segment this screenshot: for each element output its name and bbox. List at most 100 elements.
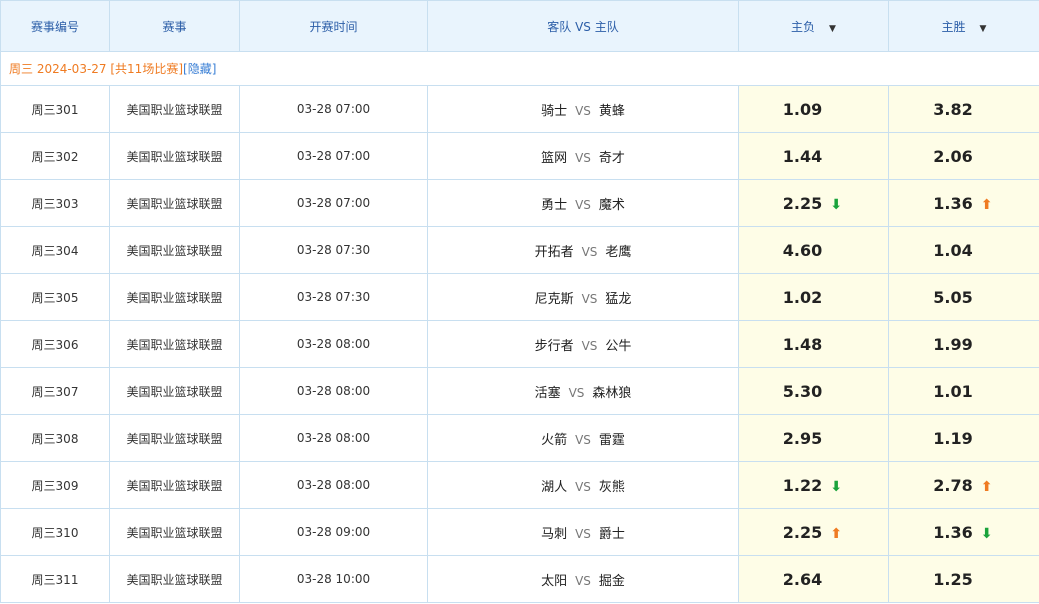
match-league: 美国职业篮球联盟 bbox=[109, 555, 240, 603]
odds-value: 1.22 bbox=[782, 475, 823, 495]
odds-home-win[interactable]: 1.99⬆ bbox=[888, 320, 1039, 368]
match-time: 03-28 08:00 bbox=[239, 461, 428, 509]
away-team: 火箭 bbox=[541, 432, 568, 448]
match-time: 03-28 09:00 bbox=[239, 508, 428, 556]
arrow-up-icon: ⬆ bbox=[830, 525, 843, 542]
match-number: 周三305 bbox=[0, 273, 110, 321]
match-league: 美国职业篮球联盟 bbox=[109, 508, 240, 556]
odds-value: 1.25 bbox=[933, 569, 973, 589]
away-team: 湖人 bbox=[541, 479, 568, 495]
odds-home-win[interactable]: 2.78 ⬆ bbox=[888, 461, 1039, 509]
odds-away-win[interactable]: 1.09⬆ bbox=[738, 85, 889, 133]
hide-group-link[interactable]: [隐藏] bbox=[183, 62, 216, 76]
home-team: 奇才 bbox=[598, 150, 625, 166]
match-number: 周三308 bbox=[0, 414, 110, 462]
match-time: 03-28 08:00 bbox=[239, 367, 428, 415]
header-away-win-sort[interactable]: 主负 ▼ bbox=[738, 0, 889, 52]
match-teams: 篮网 VS 奇才 bbox=[427, 132, 739, 180]
odds-away-win[interactable]: 5.30⬆ bbox=[738, 367, 889, 415]
odds-home-win[interactable]: 5.05⬆ bbox=[888, 273, 1039, 321]
match-number: 周三310 bbox=[0, 508, 110, 556]
arrow-up-icon: ⬆ bbox=[980, 478, 993, 495]
header-match-no: 赛事编号 bbox=[0, 0, 110, 52]
odds-home-win[interactable]: 1.04⬆ bbox=[888, 226, 1039, 274]
match-league: 美国职业篮球联盟 bbox=[109, 320, 240, 368]
home-team: 雷霆 bbox=[598, 432, 625, 448]
vs-label: VS bbox=[575, 479, 591, 494]
match-time: 03-28 07:30 bbox=[239, 273, 428, 321]
match-row: 周三310 美国职业篮球联盟 03-28 09:00 马刺 VS 爵士 2.25 ⬆ 1.36 ⬇ bbox=[0, 508, 1039, 556]
vs-label: VS bbox=[575, 103, 591, 118]
caret-down-icon: ▼ bbox=[979, 23, 987, 34]
match-row: 周三305美国职业篮球联盟03-28 07:30尼克斯VS猛龙1.02⬆5.05… bbox=[0, 273, 1039, 321]
match-row: 周三309 美国职业篮球联盟 03-28 08:00 湖人 VS 灰熊 1.22 ⬇ 2.78 ⬆ bbox=[0, 461, 1039, 509]
header-home-win-sort[interactable]: 主胜 ▼ bbox=[888, 0, 1039, 52]
match-number: 周三307 bbox=[0, 367, 110, 415]
date-group-label: 周三 2024-03-27 [共11场比赛] bbox=[9, 62, 184, 76]
odds-home-win[interactable]: 1.25⬆ bbox=[888, 555, 1039, 603]
odds-value: 1.02 bbox=[782, 287, 823, 307]
header-kickoff: 开赛时间 bbox=[239, 0, 428, 52]
home-team: 猛龙 bbox=[605, 291, 632, 307]
home-team: 灰熊 bbox=[598, 479, 625, 495]
odds-value: 1.44 bbox=[782, 146, 823, 166]
home-team: 公牛 bbox=[605, 338, 632, 354]
odds-value: 1.01 bbox=[933, 381, 973, 401]
odds-home-win[interactable]: 2.06⬆ bbox=[888, 132, 1039, 180]
odds-value: 1.36 bbox=[933, 522, 973, 542]
odds-away-win[interactable]: 2.25 ⬇ bbox=[738, 179, 889, 227]
odds-value: 5.30 bbox=[782, 381, 823, 401]
home-team: 森林狼 bbox=[592, 385, 632, 401]
odds-away-win[interactable]: 1.02⬆ bbox=[738, 273, 889, 321]
arrow-down-icon: ⬇ bbox=[830, 478, 843, 495]
odds-value: 2.95 bbox=[782, 428, 823, 448]
odds-home-win[interactable]: 1.36 ⬆ bbox=[888, 179, 1039, 227]
match-teams: 勇士 VS 魔术 bbox=[427, 179, 739, 227]
odds-home-win[interactable]: 1.19⬆ bbox=[888, 414, 1039, 462]
away-team: 活塞 bbox=[534, 385, 561, 401]
vs-label: VS bbox=[575, 526, 591, 541]
vs-label: VS bbox=[575, 150, 591, 165]
vs-label: VS bbox=[581, 244, 598, 259]
odds-value: 1.04 bbox=[933, 240, 973, 260]
odds-home-win[interactable]: 3.82⬆ bbox=[888, 85, 1039, 133]
odds-away-win[interactable]: 2.95⬆ bbox=[738, 414, 889, 462]
match-time: 03-28 07:00 bbox=[239, 179, 428, 227]
match-number: 周三309 bbox=[0, 461, 110, 509]
odds-away-win[interactable]: 2.64⬆ bbox=[738, 555, 889, 603]
odds-table: 赛事编号 赛事 开赛时间 客队 VS 主队 主负 ▼ 主胜 ▼ 周三 2024-03… bbox=[0, 0, 1039, 603]
odds-value: 5.05 bbox=[933, 287, 973, 307]
odds-away-win[interactable]: 1.22 ⬇ bbox=[738, 461, 889, 509]
arrow-down-icon: ⬇ bbox=[980, 525, 993, 542]
vs-label: VS bbox=[575, 432, 591, 447]
match-teams: 湖人 VS 灰熊 bbox=[427, 461, 739, 509]
odds-away-win[interactable]: 2.25 ⬆ bbox=[738, 508, 889, 556]
match-number: 周三303 bbox=[0, 179, 110, 227]
odds-value: 1.48 bbox=[782, 334, 823, 354]
away-team: 太阳 bbox=[541, 573, 568, 589]
match-number: 周三306 bbox=[0, 320, 110, 368]
match-teams: 火箭 VS 雷霆 bbox=[427, 414, 739, 462]
match-row: 周三303 美国职业篮球联盟 03-28 07:00 勇士 VS 魔术 2.25 ⬇ 1.36 ⬆ bbox=[0, 179, 1039, 227]
match-league: 美国职业篮球联盟 bbox=[109, 461, 240, 509]
header-away-win-label: 主负 bbox=[791, 19, 816, 34]
odds-home-win[interactable]: 1.01⬆ bbox=[888, 367, 1039, 415]
match-row: 周三302美国职业篮球联盟03-28 07:00 篮网 VS 奇才 1.44⬆2.06⬆ bbox=[0, 132, 1039, 180]
match-number: 周三301 bbox=[0, 85, 110, 133]
odds-away-win[interactable]: 4.60⬆ bbox=[738, 226, 889, 274]
match-time: 03-28 07:30 bbox=[239, 226, 428, 274]
odds-value: 1.36 bbox=[933, 193, 973, 213]
odds-away-win[interactable]: 1.44⬆ bbox=[738, 132, 889, 180]
arrow-up-icon: ⬆ bbox=[980, 196, 993, 213]
odds-home-win[interactable]: 1.36 ⬇ bbox=[888, 508, 1039, 556]
away-team: 勇士 bbox=[541, 197, 568, 213]
match-teams: 步行者 VS 公牛 bbox=[427, 320, 739, 368]
away-team: 步行者 bbox=[534, 338, 574, 354]
home-team: 掘金 bbox=[598, 573, 625, 589]
odds-value: 1.09 bbox=[782, 99, 823, 119]
odds-value: 2.06 bbox=[933, 146, 973, 166]
away-team: 马刺 bbox=[541, 526, 568, 542]
vs-label: VS bbox=[575, 197, 591, 212]
match-league: 美国职业篮球联盟 bbox=[109, 414, 240, 462]
odds-away-win[interactable]: 1.48⬆ bbox=[738, 320, 889, 368]
